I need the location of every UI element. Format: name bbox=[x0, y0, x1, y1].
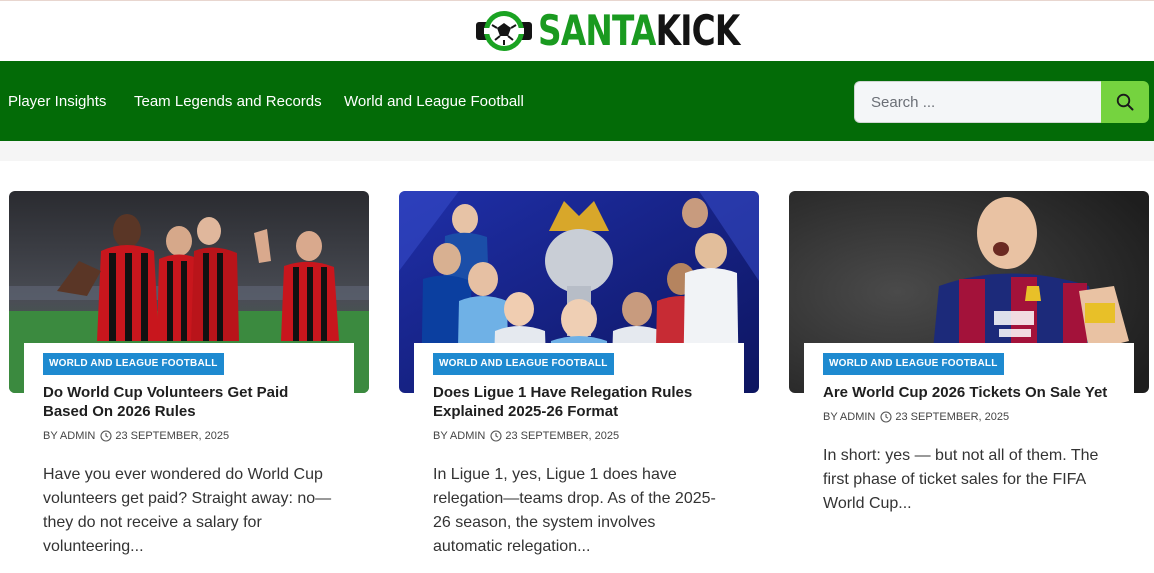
clock-icon bbox=[880, 411, 892, 423]
post-date: 23 SEPTEMBER, 2025 bbox=[895, 411, 1010, 423]
post-title[interactable]: Do World Cup Volunteers Get Paid Based O… bbox=[43, 383, 335, 421]
clock-icon bbox=[490, 430, 502, 442]
site-logo[interactable]: SANTAKICK bbox=[476, 7, 796, 55]
post-content: WORLD AND LEAGUE FOOTBALL Do World Cup V… bbox=[24, 343, 354, 559]
post-author[interactable]: BY ADMIN bbox=[43, 429, 95, 443]
post-date: 23 SEPTEMBER, 2025 bbox=[505, 430, 620, 442]
post-title[interactable]: Does Ligue 1 Have Relegation Rules Expla… bbox=[433, 383, 725, 421]
category-badge[interactable]: WORLD AND LEAGUE FOOTBALL bbox=[433, 353, 614, 375]
header-divider bbox=[0, 141, 1154, 161]
nav-item-team-legends[interactable]: Team Legends and Records bbox=[134, 61, 322, 141]
search-button[interactable] bbox=[1101, 81, 1149, 123]
post-excerpt: In Ligue 1, yes, Ligue 1 does have releg… bbox=[433, 466, 716, 555]
category-badge[interactable]: WORLD AND LEAGUE FOOTBALL bbox=[43, 353, 224, 375]
search-input[interactable] bbox=[854, 81, 1102, 123]
football-logo-icon bbox=[476, 9, 532, 53]
post-title[interactable]: Are World Cup 2026 Tickets On Sale Yet bbox=[823, 383, 1115, 402]
post-card: WORLD AND LEAGUE FOOTBALL Are World Cup … bbox=[789, 191, 1149, 516]
post-card: WORLD AND LEAGUE FOOTBALL Does Ligue 1 H… bbox=[399, 191, 759, 559]
post-meta: BY ADMIN 23 SEPTEMBER, 2025 bbox=[823, 410, 1115, 424]
post-author[interactable]: BY ADMIN bbox=[433, 429, 485, 443]
post-meta: BY ADMIN 23 SEPTEMBER, 2025 bbox=[433, 429, 725, 443]
post-card: WORLD AND LEAGUE FOOTBALL Do World Cup V… bbox=[9, 191, 369, 559]
search-form bbox=[854, 81, 1149, 123]
post-excerpt: In short: yes — but not all of them. The… bbox=[823, 447, 1099, 512]
nav-item-player-insights[interactable]: Player Insights bbox=[8, 61, 106, 141]
post-author[interactable]: BY ADMIN bbox=[823, 410, 875, 424]
post-content: WORLD AND LEAGUE FOOTBALL Are World Cup … bbox=[804, 343, 1134, 516]
clock-icon bbox=[100, 430, 112, 442]
logo-wordmark: SANTAKICK bbox=[538, 6, 740, 55]
post-excerpt: Have you ever wondered do World Cup volu… bbox=[43, 466, 332, 555]
post-content: WORLD AND LEAGUE FOOTBALL Does Ligue 1 H… bbox=[414, 343, 744, 559]
site-header: SANTAKICK bbox=[0, 0, 1154, 61]
post-date: 23 SEPTEMBER, 2025 bbox=[115, 430, 230, 442]
search-icon bbox=[1116, 93, 1134, 111]
nav-item-world-league-football[interactable]: World and League Football bbox=[344, 61, 524, 141]
post-meta: BY ADMIN 23 SEPTEMBER, 2025 bbox=[43, 429, 335, 443]
main-navigation: Player Insights Team Legends and Records… bbox=[0, 61, 1154, 141]
category-badge[interactable]: WORLD AND LEAGUE FOOTBALL bbox=[823, 353, 1004, 375]
